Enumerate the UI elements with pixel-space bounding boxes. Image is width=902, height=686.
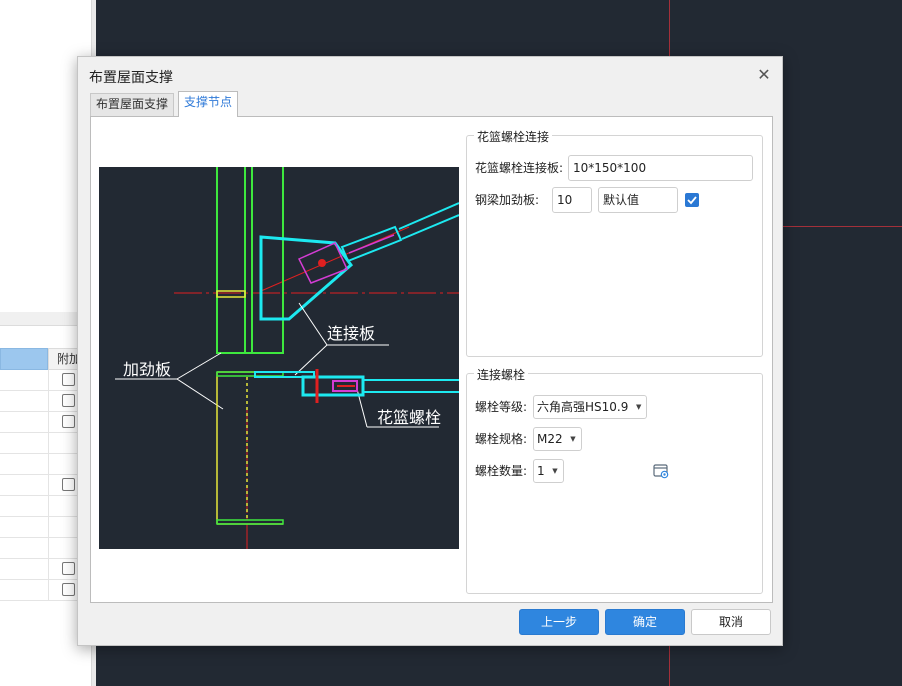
previous-step-button[interactable]: 上一步: [519, 609, 599, 635]
connection-bolt-group: 连接螺栓 螺栓等级: 六角高强HS10.9 ▼ 螺栓规格: M22 ▼ 螺栓数量…: [466, 366, 763, 594]
bolt-spec-label: 螺栓规格:: [475, 432, 528, 446]
bolt-count-label: 螺栓数量:: [475, 464, 528, 478]
beam-stiffener-input[interactable]: [552, 187, 592, 213]
stiffener-plate-upper: [216, 290, 246, 298]
row-checkbox[interactable]: [62, 394, 75, 407]
brace-rod-upper-a: [398, 202, 459, 230]
row-checkbox[interactable]: [62, 478, 75, 491]
tab-support-node[interactable]: 支撑节点: [178, 91, 239, 117]
tab-panel-support-node: 连接板 加劲板 花篮螺栓 花篮螺栓连接 花篮螺栓连接板: 10*150*100 …: [90, 116, 773, 603]
preview-window-icon[interactable]: [653, 463, 669, 479]
chevron-down-icon: ▼: [552, 467, 558, 475]
row-divider: [48, 454, 49, 475]
node-drawing: 连接板 加劲板 花篮螺栓: [115, 167, 459, 549]
row-divider: [48, 538, 49, 559]
plate-size-input[interactable]: [568, 155, 753, 181]
tab-layout-support[interactable]: 布置屋面支撑: [90, 93, 175, 116]
row-checkbox[interactable]: [62, 373, 75, 386]
row-checkbox[interactable]: [62, 415, 75, 428]
support-dialog: 布置屋面支撑 ✕ 布置屋面支撑 支撑节点 连接板 加劲板 花篮螺栓 花篮螺栓连接…: [77, 56, 783, 646]
bolt-spec-select[interactable]: M22 ▼: [533, 427, 582, 451]
row-divider: [48, 559, 49, 580]
close-icon[interactable]: ✕: [754, 65, 774, 85]
beam-bottom-flange: [216, 519, 284, 525]
row-divider: [48, 370, 49, 391]
beam-lower: [216, 371, 283, 525]
turnbuckle-connection-group: 花篮螺栓连接 花篮螺栓连接板: 钢梁加劲板: 默认值: [466, 128, 763, 357]
label-turnbuckle-bolt: 花篮螺栓: [377, 408, 441, 427]
column-upper: [216, 167, 284, 354]
node-preview: 连接板 加劲板 花篮螺栓: [99, 167, 459, 549]
bolt-grade-value: 六角高强HS10.9: [537, 400, 629, 414]
cancel-button[interactable]: 取消: [691, 609, 771, 635]
bolt-count-select[interactable]: 1 ▼: [533, 459, 564, 483]
chevron-down-icon: ▼: [570, 435, 576, 443]
label-connection-plate: 连接板: [327, 324, 375, 343]
grid-column-header-selected[interactable]: [0, 348, 48, 370]
row-checkbox[interactable]: [62, 583, 75, 596]
row-divider: [48, 391, 49, 412]
turnbuckle-group-title: 花篮螺栓连接: [474, 128, 553, 145]
bolt-marker-upper: [318, 259, 326, 267]
label-stiffener: 加劲板: [123, 360, 171, 379]
beam-stiffener-label: 钢梁加劲板:: [475, 193, 540, 207]
row-divider: [48, 475, 49, 496]
default-value-field[interactable]: 默认值: [598, 187, 678, 213]
ok-button[interactable]: 确定: [605, 609, 685, 635]
plate-label: 花篮螺栓连接板:: [475, 161, 564, 175]
bolt-group-title: 连接螺栓: [474, 366, 529, 383]
bolt-count-value: 1: [537, 464, 545, 478]
dialog-title: 布置屋面支撑: [89, 70, 173, 86]
brace-rod-upper-b: [401, 214, 459, 240]
row-divider: [48, 412, 49, 433]
default-value-checkbox[interactable]: [685, 193, 699, 207]
checkmark-icon: [687, 196, 697, 205]
row-divider: [48, 580, 49, 601]
row-divider: [48, 433, 49, 454]
row-checkbox[interactable]: [62, 562, 75, 575]
row-divider: [48, 496, 49, 517]
row-divider: [48, 517, 49, 538]
bolt-grade-select[interactable]: 六角高强HS10.9 ▼: [533, 395, 648, 419]
chevron-down-icon: ▼: [635, 403, 642, 411]
bolt-spec-value: M22: [537, 432, 563, 446]
bolt-grade-label: 螺栓等级:: [475, 400, 528, 414]
